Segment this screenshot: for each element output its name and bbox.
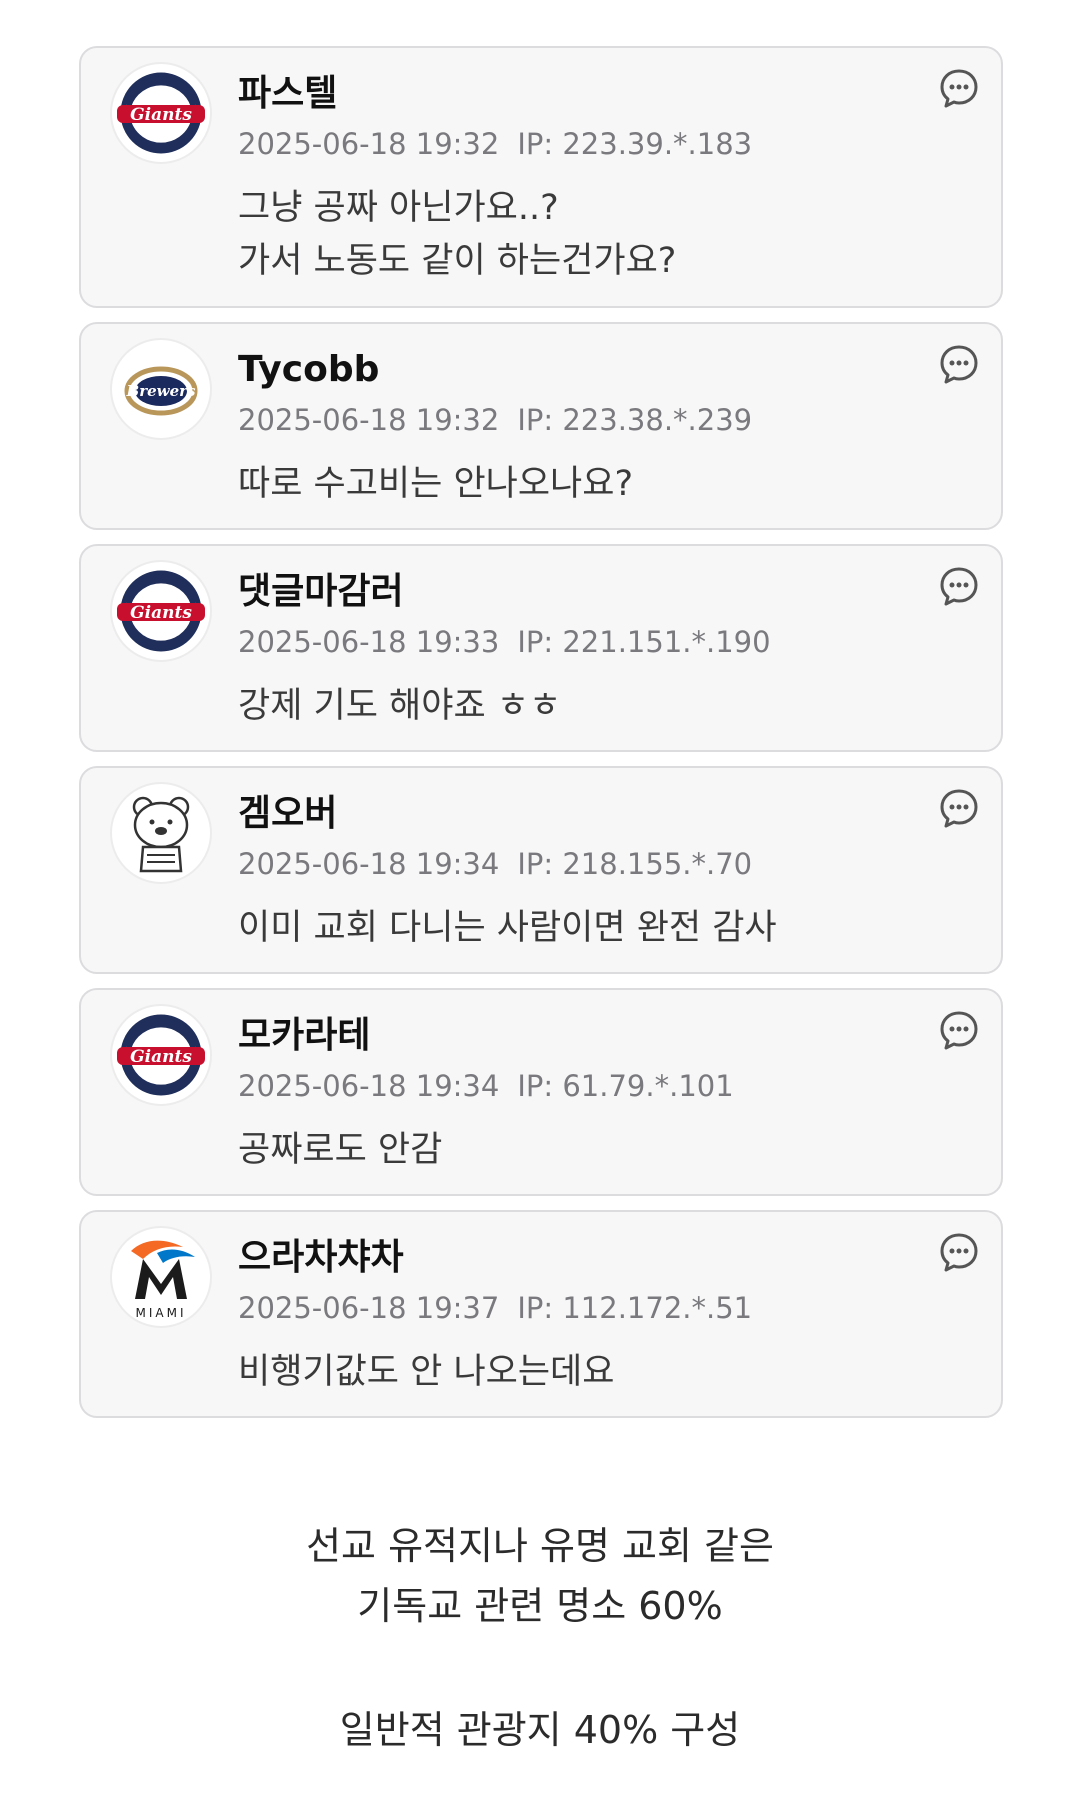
comment-body: 공짜로도 안감	[238, 1124, 941, 1177]
reply-button[interactable]	[937, 564, 981, 608]
comment-bubble-icon	[940, 1233, 978, 1272]
comment-line: 공짜로도 안감	[238, 1130, 443, 1170]
brewers-logo-icon: Brewers	[124, 366, 198, 416]
comment-bubble-icon	[940, 345, 978, 384]
comment-meta: 2025-06-18 19:32 IP: 223.38.*.239	[238, 402, 752, 438]
caption-block: 선교 유적지나 유명 교회 같은 기독교 관련 명소 60%	[0, 1516, 1080, 1636]
comment-ip: IP: 223.38.*.239	[517, 403, 753, 437]
comment-date: 2025-06-18 19:32	[238, 127, 500, 161]
avatar-giants-logo[interactable]: Giants	[110, 560, 212, 662]
comment-meta: 2025-06-18 19:32 IP: 223.39.*.183	[238, 126, 752, 162]
comment-body: 강제 기도 해야죠 ㅎㅎ	[238, 680, 941, 733]
comment-list: Giants 파스텔 2025-06-18 19:32 IP: 223.39.*.…	[79, 46, 1003, 1432]
comment-ip: IP: 221.151.*.190	[517, 625, 771, 659]
reply-button[interactable]	[937, 1230, 981, 1274]
reply-button[interactable]	[937, 1008, 981, 1052]
comment-meta: 2025-06-18 19:34 IP: 218.155.*.70	[238, 846, 752, 882]
comment-card: Giants 모카라테 2025-06-18 19:34 IP: 61.79.*.…	[79, 988, 1003, 1196]
comment-nickname[interactable]: 으라차챠차	[238, 1236, 404, 1280]
comment-meta: 2025-06-18 19:33 IP: 221.151.*.190	[238, 624, 771, 660]
comment-body: 이미 교회 다니는 사람이면 완전 감사	[238, 902, 941, 955]
comment-ip: IP: 112.172.*.51	[517, 1291, 753, 1325]
svg-text:Brewers: Brewers	[126, 382, 196, 400]
comment-meta: 2025-06-18 19:34 IP: 61.79.*.101	[238, 1068, 734, 1104]
marlins-logo-icon: MIAMI	[131, 1240, 195, 1320]
caption-line: 선교 유적지나 유명 교회 같은	[306, 1524, 774, 1568]
comment-line: 그냥 공짜 아닌가요..?	[238, 188, 559, 228]
comment-body: 비행기값도 안 나오는데요	[238, 1346, 941, 1399]
caption-line: 일반적 관광지 40% 구성	[339, 1708, 741, 1752]
svg-text:Giants: Giants	[130, 603, 192, 623]
avatar-giants-logo[interactable]: Giants	[110, 1004, 212, 1106]
svg-text:Giants: Giants	[130, 105, 192, 125]
comment-date: 2025-06-18 19:33	[238, 625, 500, 659]
comment-nickname[interactable]: 겜오버	[238, 792, 337, 836]
comment-bubble-icon	[940, 1011, 978, 1050]
avatar-brewers-logo[interactable]: Brewers	[110, 338, 212, 440]
avatar-marlins-logo[interactable]: MIAMI	[110, 1226, 212, 1328]
comment-nickname[interactable]: 파스텔	[238, 72, 337, 116]
reply-button[interactable]	[937, 786, 981, 830]
bear-icon	[132, 796, 190, 873]
comment-line: 가서 노동도 같이 하는건가요?	[238, 241, 677, 281]
svg-text:Giants: Giants	[130, 1047, 192, 1067]
comment-nickname[interactable]: 모카라테	[238, 1014, 370, 1058]
comment-body: 따로 수고비는 안나오나요?	[238, 458, 941, 511]
comment-line: 이미 교회 다니는 사람이면 완전 감사	[238, 908, 777, 948]
comment-line: 강제 기도 해야죠 ㅎㅎ	[238, 686, 562, 726]
comment-date: 2025-06-18 19:37	[238, 1291, 500, 1325]
comment-nickname[interactable]: 댓글마감러	[238, 570, 404, 614]
comment-nickname[interactable]: Tycobb	[238, 348, 379, 392]
giants-logo-icon: Giants	[117, 1014, 205, 1096]
comment-ip: IP: 218.155.*.70	[517, 847, 753, 881]
comment-card: Brewers Tycobb 2025-06-18 19:32 IP: 223.3…	[79, 322, 1003, 530]
giants-logo-icon: Giants	[117, 72, 205, 154]
comment-body: 그냥 공짜 아닌가요..? 가서 노동도 같이 하는건가요?	[238, 182, 941, 288]
comment-card: Giants 댓글마감러 2025-06-18 19:33 IP: 221.151…	[79, 544, 1003, 752]
comment-meta: 2025-06-18 19:37 IP: 112.172.*.51	[238, 1290, 752, 1326]
comment-ip: IP: 61.79.*.101	[517, 1069, 734, 1103]
comment-line: 비행기값도 안 나오는데요	[238, 1352, 615, 1392]
svg-text:MIAMI: MIAMI	[136, 1306, 187, 1320]
comment-card: 겜오버 2025-06-18 19:34 IP: 218.155.*.70 이미 …	[79, 766, 1003, 974]
comment-bubble-icon	[940, 789, 978, 828]
giants-logo-icon: Giants	[117, 570, 205, 652]
caption-line: 기독교 관련 명소 60%	[357, 1584, 723, 1628]
comment-ip: IP: 223.39.*.183	[517, 127, 753, 161]
comment-date: 2025-06-18 19:32	[238, 403, 500, 437]
comment-card: MIAMI 으라차챠차 2025-06-18 19:37 IP: 112.172.…	[79, 1210, 1003, 1418]
comment-bubble-icon	[940, 69, 978, 108]
reply-button[interactable]	[937, 66, 981, 110]
comment-date: 2025-06-18 19:34	[238, 1069, 500, 1103]
comment-bubble-icon	[940, 567, 978, 606]
comment-card: Giants 파스텔 2025-06-18 19:32 IP: 223.39.*.…	[79, 46, 1003, 308]
avatar-bear[interactable]	[110, 782, 212, 884]
avatar-giants-logo[interactable]: Giants	[110, 62, 212, 164]
reply-button[interactable]	[937, 342, 981, 386]
caption-footer: 일반적 관광지 40% 구성	[0, 1700, 1080, 1760]
comment-date: 2025-06-18 19:34	[238, 847, 500, 881]
comment-line: 따로 수고비는 안나오나요?	[238, 464, 634, 504]
